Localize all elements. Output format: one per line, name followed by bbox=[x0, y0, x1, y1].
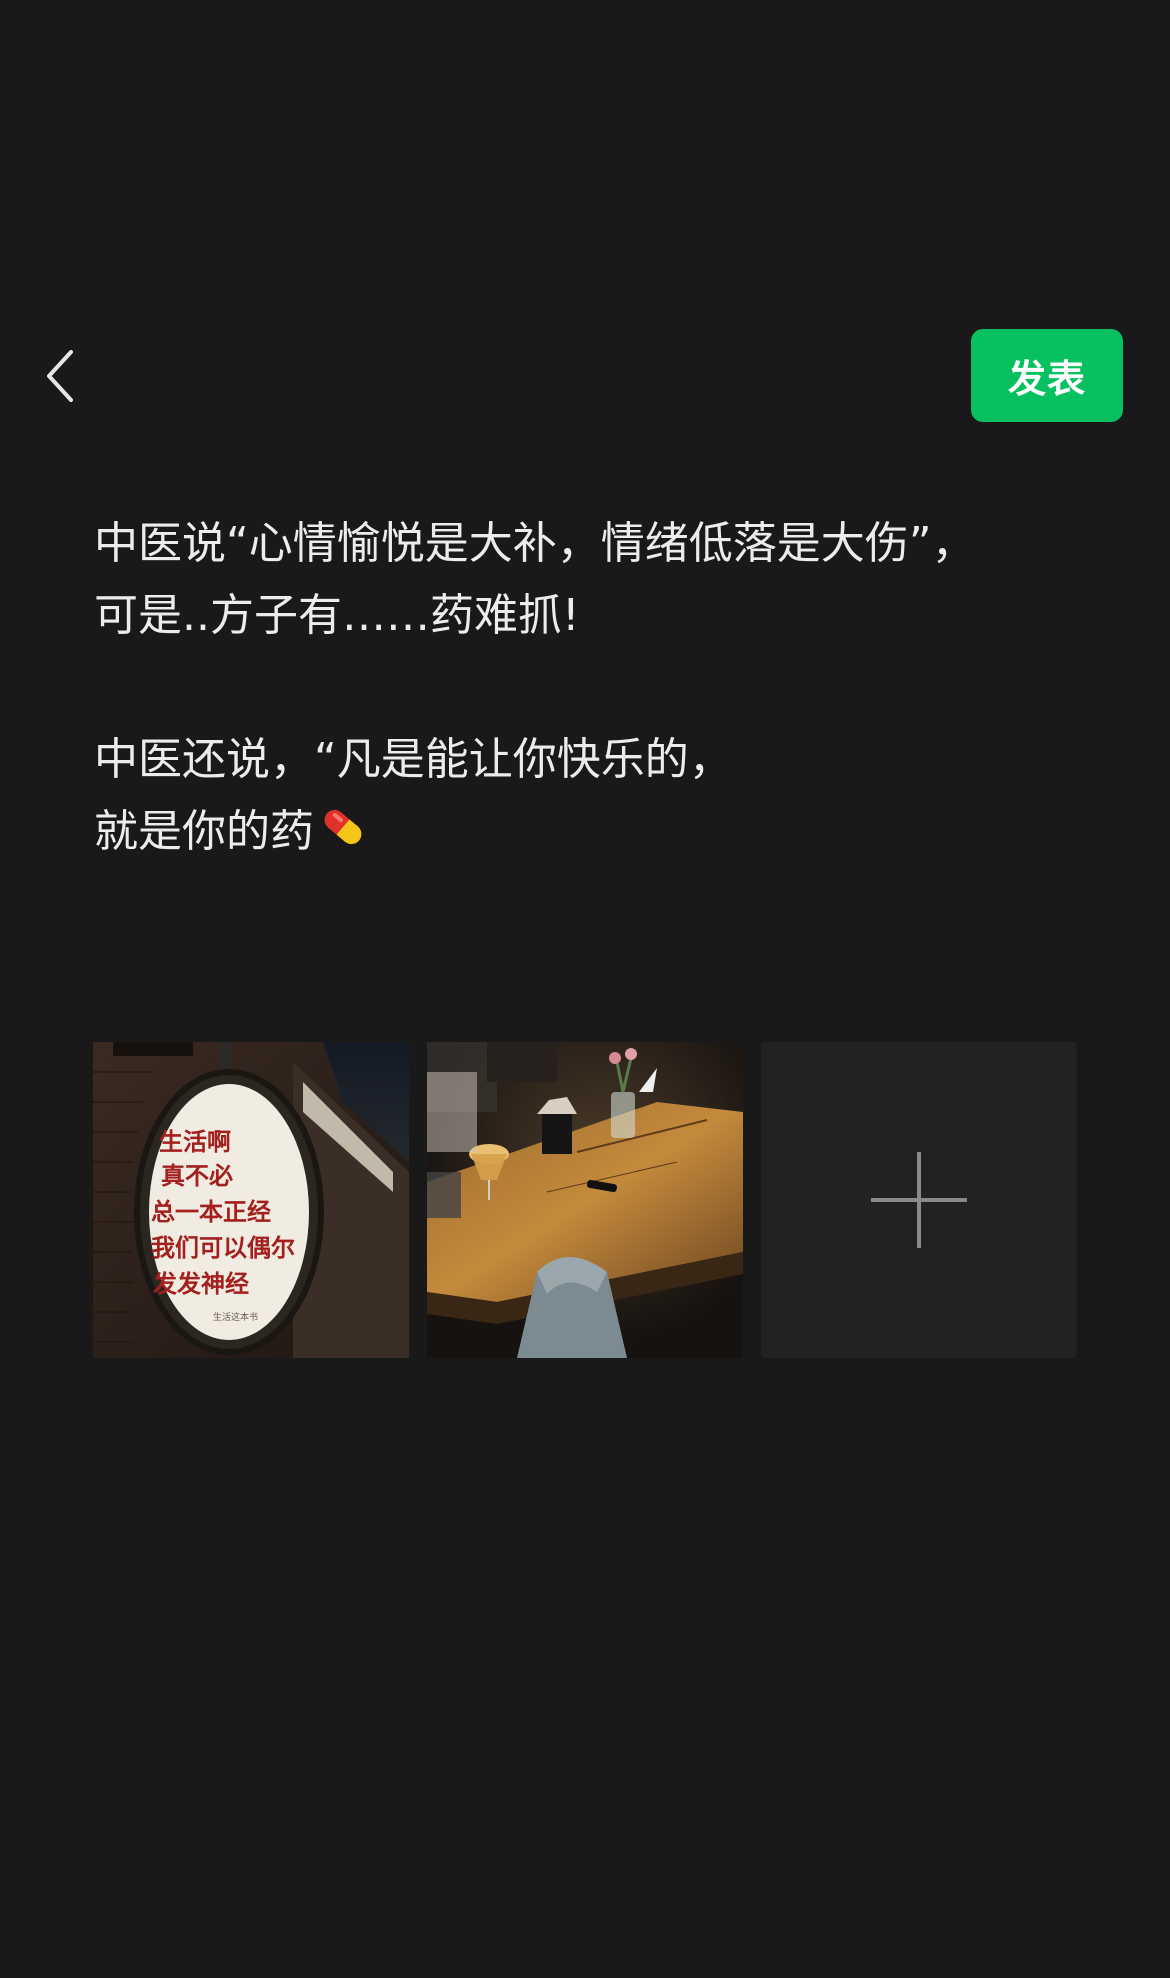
pill-emoji bbox=[318, 802, 368, 874]
post-line: 中医说“心情愉悦是大补，情绪低落是大伤”， bbox=[94, 518, 976, 569]
sign-text-line: 真不必 bbox=[161, 1161, 233, 1190]
sign-text-line: 生活啊 bbox=[159, 1127, 231, 1156]
back-button[interactable] bbox=[34, 340, 86, 412]
publish-button[interactable]: 发表 bbox=[971, 329, 1123, 422]
chevron-left-icon bbox=[47, 350, 73, 402]
post-paragraph-2: 中医还说，“凡是能让你快乐的， 就是你的药 bbox=[94, 724, 1074, 874]
sign-text-line: 我们可以偶尔 bbox=[151, 1233, 295, 1262]
post-text-area[interactable]: 中医说“心情愉悦是大补，情绪低落是大伤”， 可是..方子有……药难抓! 中医还说… bbox=[94, 508, 1074, 874]
post-line: 可是..方子有……药难抓! bbox=[94, 590, 580, 641]
plus-icon bbox=[871, 1152, 967, 1248]
post-paragraph-1: 中医说“心情愉悦是大补，情绪低落是大伤”， 可是..方子有……药难抓! bbox=[94, 508, 1074, 652]
image-thumb-cafe-table-photo[interactable] bbox=[427, 1042, 743, 1358]
post-line: 中医还说，“凡是能让你快乐的， bbox=[94, 734, 733, 785]
sign-text-line: 总一本正经 bbox=[151, 1197, 271, 1226]
post-line-text: 就是你的药 bbox=[94, 806, 314, 857]
image-thumb-sign-photo[interactable]: 生活啊 真不必 总一本正经 我们可以偶尔 发发神经 生活这本书 bbox=[93, 1042, 409, 1358]
sign-text-line: 发发神经 bbox=[152, 1269, 249, 1298]
add-image-button[interactable] bbox=[761, 1042, 1077, 1358]
post-editor-screen: 发表 中医说“心情愉悦是大补，情绪低落是大伤”， 可是..方子有……药难抓! 中… bbox=[0, 0, 1170, 1978]
post-line-with-emoji: 就是你的药 bbox=[94, 796, 1074, 874]
image-grid: 生活啊 真不必 总一本正经 我们可以偶尔 发发神经 生活这本书 bbox=[93, 1042, 1083, 1358]
sign-footer-text: 生活这本书 bbox=[213, 1311, 258, 1323]
